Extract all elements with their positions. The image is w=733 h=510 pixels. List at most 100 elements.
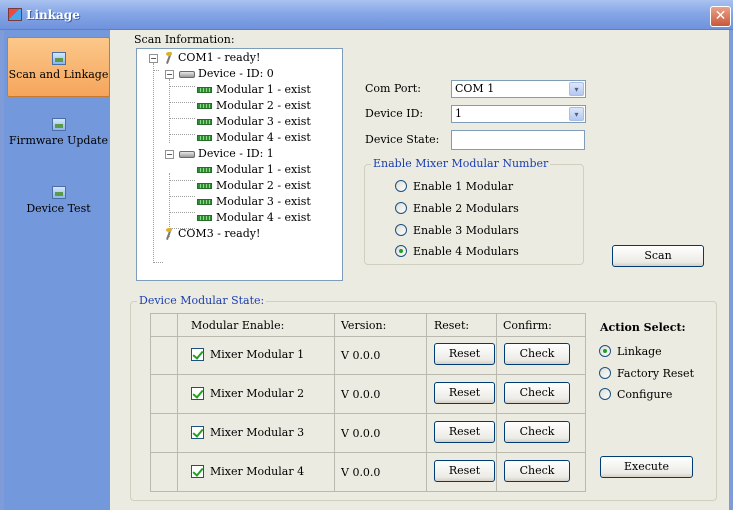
device-icon <box>179 70 195 78</box>
serial-port-icon <box>163 228 175 240</box>
radio-enable-3-modulars[interactable]: Enable 3 Modulars <box>395 224 519 238</box>
execute-button[interactable]: Execute <box>600 456 693 478</box>
radio-action-linkage[interactable]: Linkage <box>599 345 662 359</box>
tree-node-com[interactable]: COM1 - ready! <box>163 51 260 65</box>
column-header: Version: <box>341 319 387 332</box>
mixer-modular-group: Enable Mixer Modular Number Enable 1 Mod… <box>364 157 584 265</box>
device-state-label: Device State: <box>365 133 440 146</box>
check-button[interactable]: Check <box>504 343 570 365</box>
sidebar-item-label: Scan and Linkage <box>8 68 109 81</box>
checkbox-checked-icon <box>191 386 204 400</box>
modular-state-group-title: Device Modular State: <box>137 294 267 307</box>
radio-icon <box>599 367 611 379</box>
tree-connector <box>169 134 195 135</box>
tree-node-modular[interactable]: Modular 3 - exist <box>197 195 311 209</box>
sidebar-item-firmware-update[interactable]: Firmware Update <box>7 114 110 162</box>
sidebar-item-device-test[interactable]: Device Test <box>7 182 110 230</box>
radio-enable-2-modulars[interactable]: Enable 2 Modulars <box>395 202 519 216</box>
check-button[interactable]: Check <box>504 382 570 404</box>
module-board-icon <box>197 103 212 109</box>
image-icon <box>51 52 66 65</box>
column-header: Confirm: <box>503 319 552 332</box>
sidebar-item-label: Firmware Update <box>9 134 108 147</box>
tree-connector <box>169 102 195 103</box>
radio-icon <box>395 180 407 192</box>
column-header: Modular Enable: <box>191 319 285 332</box>
tree-node-modular[interactable]: Modular 2 - exist <box>197 99 311 113</box>
image-icon <box>51 186 66 199</box>
tree-node-modular[interactable]: Modular 4 - exist <box>197 131 311 145</box>
radio-enable-1-modular[interactable]: Enable 1 Modular <box>395 180 513 194</box>
tree-connector <box>169 180 195 181</box>
scan-button[interactable]: Scan <box>612 245 704 267</box>
collapse-icon[interactable]: − <box>165 150 174 159</box>
tree-connector <box>169 212 195 213</box>
reset-button[interactable]: Reset <box>434 343 495 365</box>
radio-icon <box>599 388 611 400</box>
action-select-title: Action Select: <box>600 321 686 334</box>
modular-state-table: Modular Enable: Version: Reset: Confirm:… <box>150 313 586 492</box>
radio-action-factory-reset[interactable]: Factory Reset <box>599 367 694 381</box>
com-port-select[interactable]: COM 1 ▾ <box>451 80 586 98</box>
reset-button[interactable]: Reset <box>434 382 495 404</box>
radio-selected-icon <box>599 345 611 357</box>
version-value: V 0.0.0 <box>341 349 381 362</box>
collapse-icon[interactable]: − <box>165 70 174 79</box>
module-board-icon <box>197 119 212 125</box>
close-icon[interactable]: ✕ <box>710 6 731 27</box>
tree-node-modular[interactable]: Modular 1 - exist <box>197 83 311 97</box>
device-id-select[interactable]: 1 ▾ <box>451 105 586 123</box>
version-value: V 0.0.0 <box>341 388 381 401</box>
chevron-down-icon[interactable]: ▾ <box>569 107 584 121</box>
tree-connector <box>153 70 159 71</box>
window-title: Linkage <box>26 8 80 22</box>
tree-node-com[interactable]: COM3 - ready! <box>163 227 260 241</box>
collapse-icon[interactable]: − <box>149 54 158 63</box>
check-button[interactable]: Check <box>504 421 570 443</box>
radio-action-configure[interactable]: Configure <box>599 388 672 402</box>
tree-node-modular[interactable]: Modular 1 - exist <box>197 163 311 177</box>
device-id-label: Device ID: <box>365 107 424 120</box>
title-bar: Linkage ✕ <box>0 0 733 30</box>
app-icon <box>8 8 22 21</box>
checkbox-checked-icon <box>191 347 204 361</box>
device-state-field[interactable] <box>451 130 585 150</box>
radio-selected-icon <box>395 245 407 257</box>
mixer-group-title: Enable Mixer Modular Number <box>371 157 551 170</box>
tree-node-modular[interactable]: Modular 2 - exist <box>197 179 311 193</box>
tree-connector <box>169 196 195 197</box>
device-icon <box>179 150 195 158</box>
version-value: V 0.0.0 <box>341 427 381 440</box>
module-board-icon <box>197 199 212 205</box>
sidebar-item-scan-and-linkage[interactable]: Scan and Linkage <box>7 37 110 97</box>
main-panel: Scan Information: − COM1 - ready! − Devi… <box>110 30 729 510</box>
version-value: V 0.0.0 <box>341 466 381 479</box>
serial-port-icon <box>163 52 175 64</box>
image-icon <box>51 118 66 131</box>
tree-node-modular[interactable]: Modular 4 - exist <box>197 211 311 225</box>
radio-icon <box>395 202 407 214</box>
com-port-label: Com Port: <box>365 82 421 95</box>
modular-enable-checkbox[interactable]: Mixer Modular 3 <box>191 425 304 440</box>
reset-button[interactable]: Reset <box>434 460 495 482</box>
tree-node-modular[interactable]: Modular 3 - exist <box>197 115 311 129</box>
tree-node-device[interactable]: Device - ID: 1 <box>179 147 274 161</box>
checkbox-checked-icon <box>191 425 204 439</box>
modular-enable-checkbox[interactable]: Mixer Modular 4 <box>191 464 304 479</box>
reset-button[interactable]: Reset <box>434 421 495 443</box>
window-frame-right <box>729 30 733 510</box>
tree-connector <box>169 118 195 119</box>
scan-tree-view[interactable]: − COM1 - ready! − Device - ID: 0 Modular… <box>136 48 343 281</box>
tree-connector <box>169 86 195 87</box>
radio-icon <box>395 224 407 236</box>
scan-information-label: Scan Information: <box>134 33 235 46</box>
modular-enable-checkbox[interactable]: Mixer Modular 2 <box>191 386 304 401</box>
module-board-icon <box>197 183 212 189</box>
tree-connector <box>153 262 163 263</box>
modular-enable-checkbox[interactable]: Mixer Modular 1 <box>191 347 304 362</box>
radio-enable-4-modulars[interactable]: Enable 4 Modulars <box>395 245 519 259</box>
tree-node-device[interactable]: Device - ID: 0 <box>179 67 274 81</box>
check-button[interactable]: Check <box>504 460 570 482</box>
chevron-down-icon[interactable]: ▾ <box>569 82 584 96</box>
module-board-icon <box>197 215 212 221</box>
